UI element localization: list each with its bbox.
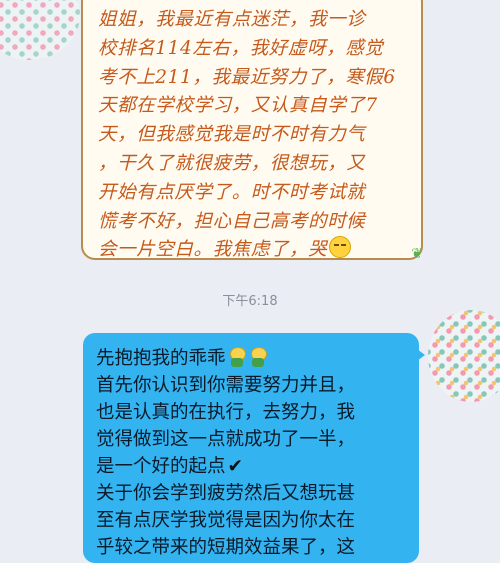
message-line: 也是认真的在执行，去努力，我 <box>96 402 356 423</box>
message-line: 天，但我感觉我是时不时有力气 <box>98 124 366 146</box>
message-line: 首先你认识到你需要努力并且， <box>96 375 356 396</box>
message-line: 会一片空白。我焦虑了，哭 <box>98 239 328 261</box>
hug-sprite-icon <box>248 347 268 367</box>
message-line: 校排名114左右，我好虚呀，感觉 <box>98 37 384 59</box>
message-line: 考不上211，我最近努力了，寒假6 <box>98 66 396 88</box>
hug-sprite-icon <box>227 347 247 367</box>
message-line: 姐姐，我最近有点迷茫，我一诊 <box>98 9 366 30</box>
outgoing-message-bubble[interactable]: 先抱抱我的乖乖 首先你认识到你需要努力并且， 也是认真的在执行，去努力，我 觉得… <box>83 333 425 563</box>
outgoing-message-text: 先抱抱我的乖乖 首先你认识到你需要努力并且， 也是认真的在执行，去努力，我 觉得… <box>96 345 409 561</box>
message-line: 慌考不好，担心自己高考的时候 <box>98 210 366 232</box>
leaf-icon: ❦ <box>411 246 423 262</box>
message-line: 觉得做到这一点就成功了一半， <box>96 429 356 450</box>
incoming-message-bubble[interactable]: 姐姐，我最近有点迷茫，我一诊 校排名114左右，我好虚呀，感觉 考不上211，我… <box>81 0 423 262</box>
message-line: 至有点厌学我觉得是因为你太在 <box>96 510 356 531</box>
message-line: 天都在学校学习，又认真自学了7 <box>98 95 378 117</box>
polka-dot-avatar-left[interactable] <box>0 0 80 60</box>
message-line: 先抱抱我的乖乖 <box>96 348 226 369</box>
check-mark-icon: ✔ <box>227 456 244 477</box>
message-timestamp: 下午6:18 <box>222 294 278 309</box>
incoming-message-text: 姐姐，我最近有点迷茫，我一诊 校排名114左右，我好虚呀，感觉 考不上211，我… <box>98 6 407 265</box>
message-line: 开始有点厌学了。时不时考试就 <box>98 181 366 203</box>
polka-dot-avatar-right[interactable] <box>428 310 500 402</box>
message-line: 乎较之带来的短期效益果了，这 <box>96 537 356 558</box>
message-line: 关于你会学到疲劳然后又想玩甚 <box>96 483 356 504</box>
worried-face-emoji-icon <box>329 236 352 259</box>
message-line: 是一个好的起点 <box>96 456 226 477</box>
message-line: ，干久了就很疲劳，很想玩，又 <box>98 152 366 174</box>
